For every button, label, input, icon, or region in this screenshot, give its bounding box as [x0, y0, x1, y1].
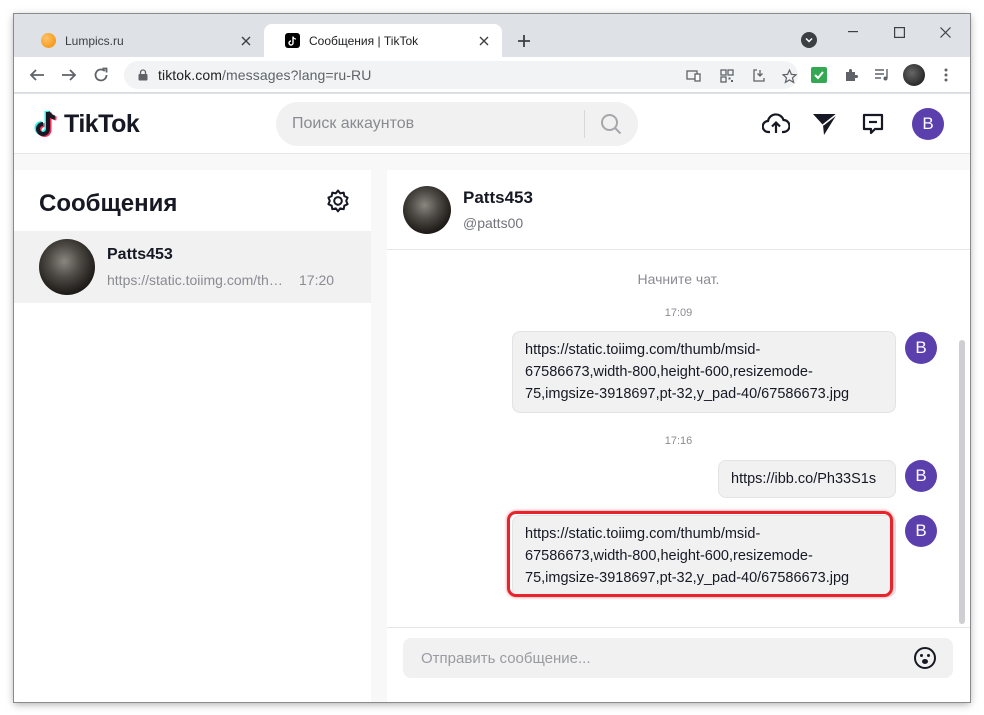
conversation-name: Patts453: [107, 246, 173, 263]
close-tab-icon[interactable]: [238, 33, 254, 49]
sender-avatar[interactable]: B: [905, 332, 937, 364]
tiktok-page: TikTok B Сообщения: [14, 94, 970, 702]
chat-panel: Patts453 @patts00 Начните чат. 17:09 htt…: [387, 170, 970, 702]
tab-search-chevron-icon[interactable]: [801, 32, 817, 48]
back-arrow-icon[interactable]: [25, 63, 49, 87]
composer-box: [403, 638, 953, 678]
forward-arrow-icon[interactable]: [57, 63, 81, 87]
url-host: tiktok.com: [158, 67, 223, 83]
emoji-icon[interactable]: [913, 646, 937, 670]
browser-window: Lumpics.ru Сообщения | TikTok tiktok.com…: [14, 14, 970, 702]
minimize-window-icon[interactable]: [830, 18, 876, 46]
contact-name[interactable]: Patts453: [463, 188, 533, 208]
conversations-panel: Сообщения Patts453 https://static.toiimg…: [14, 170, 371, 702]
upload-cloud-icon[interactable]: [762, 110, 790, 138]
activity-message-icon[interactable]: [859, 110, 887, 138]
close-tab-icon[interactable]: [476, 33, 492, 49]
tab-lumpics[interactable]: Lumpics.ru: [20, 24, 264, 57]
extensions-puzzle-icon[interactable]: [842, 66, 860, 84]
sender-avatar[interactable]: B: [905, 460, 937, 492]
new-tab-plus-icon[interactable]: [512, 29, 536, 53]
maximize-window-icon[interactable]: [876, 18, 922, 46]
reload-icon[interactable]: [89, 63, 113, 87]
save-page-icon[interactable]: [750, 67, 768, 85]
lock-icon[interactable]: [136, 68, 150, 82]
message-line: 67586673,width-800,height-600,resizemode…: [525, 364, 813, 380]
tab-strip: Lumpics.ru Сообщения | TikTok: [14, 14, 970, 57]
message-input[interactable]: [421, 649, 901, 667]
user-avatar[interactable]: B: [912, 108, 944, 140]
message-composer: [387, 627, 970, 702]
bookmark-star-icon[interactable]: [780, 67, 798, 85]
message-bubble[interactable]: https://ibb.co/Ph33S1s: [718, 460, 896, 498]
browser-profile-avatar[interactable]: [903, 64, 925, 86]
tab-title: Lumpics.ru: [65, 33, 124, 48]
tiktok-favicon-icon: [284, 33, 300, 49]
install-app-icon[interactable]: [684, 67, 702, 85]
timestamp: 17:09: [664, 307, 693, 319]
tab-title: Сообщения | TikTok: [309, 33, 419, 48]
chat-scrollbar[interactable]: [959, 340, 965, 624]
message-line: 75,imgsize-3918697,pt-32,y_pad-40/675866…: [525, 386, 850, 402]
contact-avatar: [39, 239, 95, 295]
sender-avatar[interactable]: B: [905, 515, 937, 547]
gear-icon[interactable]: [324, 187, 352, 215]
extension-check-icon[interactable]: [810, 66, 828, 84]
browser-menu-kebab-icon[interactable]: [937, 66, 955, 84]
page-title: Сообщения: [39, 190, 178, 217]
qr-code-icon[interactable]: [718, 67, 736, 85]
conversation-item[interactable]: Patts453 https://static.toiimg.com/thumb…: [14, 231, 371, 303]
tab-tiktok-messages[interactable]: Сообщения | TikTok: [264, 24, 502, 57]
conversation-preview: https://static.toiimg.com/thumb/msid-675…: [107, 272, 287, 288]
account-search: [276, 102, 638, 146]
url-path: /messages?lang=ru-RU: [222, 67, 372, 83]
highlight-frame: [507, 511, 893, 597]
timestamp: 17:16: [664, 435, 693, 447]
message-line: https://ibb.co/Ph33S1s: [731, 471, 877, 487]
chat-start-hint: Начните чат.: [637, 271, 720, 287]
chat-header: Patts453 @patts00: [387, 170, 970, 250]
search-icon[interactable]: [585, 102, 637, 146]
tiktok-note-icon: [34, 110, 57, 137]
message-bubble[interactable]: https://static.toiimg.com/thumb/msid- 67…: [512, 331, 896, 413]
url-text: tiktok.com/messages?lang=ru-RU: [158, 67, 371, 83]
address-bar[interactable]: tiktok.com/messages?lang=ru-RU: [124, 61, 798, 89]
contact-avatar[interactable]: [403, 186, 451, 234]
message-line: https://static.toiimg.com/thumb/msid-: [525, 342, 761, 358]
browser-toolbar: tiktok.com/messages?lang=ru-RU: [14, 57, 970, 93]
search-input[interactable]: [292, 115, 584, 133]
inbox-send-icon[interactable]: [811, 110, 839, 138]
media-control-icon[interactable]: [873, 66, 891, 84]
message-list: Начните чат. 17:09 https://static.toiimg…: [387, 251, 970, 627]
contact-handle[interactable]: @patts00: [463, 215, 523, 231]
tiktok-header: TikTok B: [14, 94, 970, 154]
conversation-time: 17:20: [299, 272, 335, 288]
tiktok-logo[interactable]: TikTok: [34, 108, 140, 140]
close-window-icon[interactable]: [922, 18, 968, 46]
lumpics-favicon-icon: [40, 33, 56, 49]
tiktok-wordmark: TikTok: [64, 109, 140, 138]
